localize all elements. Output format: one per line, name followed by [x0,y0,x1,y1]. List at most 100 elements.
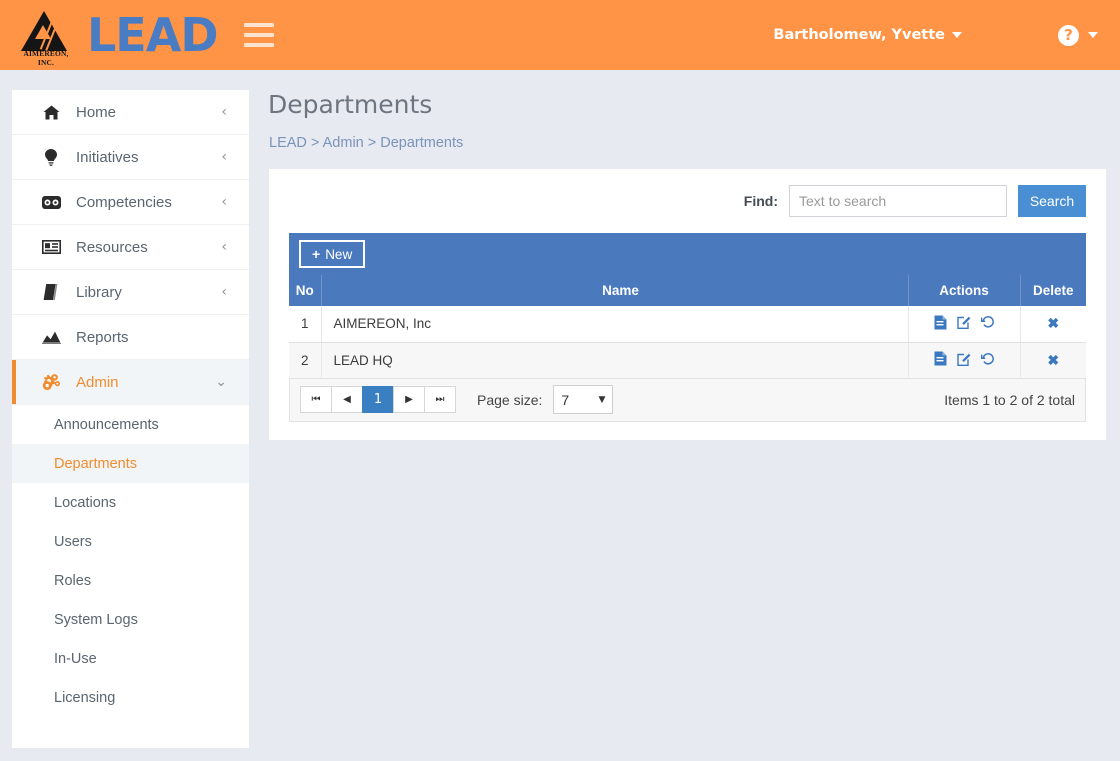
table-row: 2 LEAD HQ ✖ [289,342,1086,379]
gears-icon [40,373,62,391]
edit-icon[interactable] [956,352,971,366]
next-page-button[interactable]: ▶ [393,386,425,413]
sidebar-subitem-label: Users [54,533,92,550]
report-icon[interactable] [934,315,947,330]
breadcrumb-item-lead[interactable]: LEAD [269,135,307,151]
sidebar-item-roles[interactable]: Roles [12,561,249,600]
cell-delete: ✖ [1019,306,1086,343]
hamburger-icon[interactable] [243,23,274,47]
sidebar-item-departments[interactable]: Departments [12,444,249,483]
breadcrumb-item-departments[interactable]: Departments [380,135,463,151]
chevron-down-icon: ⌄ [215,374,227,390]
new-button[interactable]: + New [299,240,366,268]
header-right-group: Bartholomew, Yvette ? [773,24,1120,46]
sidebar-item-label: Initiatives [76,148,139,166]
lightbulb-icon [40,148,62,166]
sidebar-item-users[interactable]: Users [12,522,249,561]
pagination-bar: ⏮ ◀ 1 ▶ ⏭ Page size: 7 ▼ Items 1 to 2 of… [289,378,1086,422]
delete-icon[interactable]: ✖ [1047,315,1059,331]
id-card-icon [40,240,62,254]
sidebar-item-in-use[interactable]: In-Use [12,639,249,678]
cell-actions [907,306,1020,343]
sidebar-item-label: Resources [76,238,148,256]
sidebar-item-locations[interactable]: Locations [12,483,249,522]
chevron-left-icon: ‹ [221,239,227,255]
sidebar-item-initiatives[interactable]: Initiatives ‹ [12,135,249,180]
history-icon[interactable] [980,315,995,329]
sidebar-subitem-label: Locations [54,494,117,511]
cell-actions [907,342,1020,379]
column-header-actions: Actions [907,275,1020,306]
page-size-label: Page size: [477,391,543,408]
chart-area-icon [40,330,62,344]
sidebar: Home ‹ Initiatives ‹ Competencies ‹ Reso… [12,90,249,748]
dashboard-icon [40,195,62,210]
help-menu[interactable]: ? [1058,24,1098,46]
last-page-button[interactable]: ⏭ [424,386,456,413]
sidebar-item-resources[interactable]: Resources ‹ [12,225,249,270]
breadcrumb-separator: > [367,135,377,151]
chevron-left-icon: ‹ [221,194,227,210]
edit-icon[interactable] [956,315,971,330]
sidebar-item-label: Competencies [76,193,172,211]
sidebar-item-label: Library [76,283,122,301]
main-content: Departments LEAD > Admin > Departments F… [250,90,1120,440]
report-icon[interactable] [934,351,947,366]
sidebar-subitem-label: In-Use [54,650,97,667]
user-menu[interactable]: Bartholomew, Yvette [773,27,962,43]
content-card: Find: Search + New No Name Actions Delet… [269,169,1106,440]
cell-no: 1 [289,306,321,343]
previous-page-button[interactable]: ◀ [331,386,363,413]
grid-toolbar: + New [289,233,1086,275]
sidebar-item-library[interactable]: Library ‹ [12,270,249,315]
search-button[interactable]: Search [1018,185,1086,217]
column-header-delete: Delete [1019,275,1086,306]
chevron-down-icon [1088,32,1098,38]
chevron-left-icon: ‹ [221,284,227,300]
sidebar-subitem-label: Announcements [54,416,159,433]
brand-logo[interactable]: AIMEREON, INC. LEAD [15,9,219,67]
cell-name: AIMEREON, Inc [320,306,908,343]
chevron-down-icon: ▼ [598,394,606,405]
cell-no: 2 [289,342,321,379]
sidebar-subitem-label: Licensing [54,689,116,706]
history-icon[interactable] [980,352,995,366]
search-input[interactable] [789,185,1007,217]
breadcrumb-item-admin[interactable]: Admin [323,135,364,151]
sidebar-item-system-logs[interactable]: System Logs [12,600,249,639]
breadcrumb-separator: > [310,135,320,151]
page-number-button-1[interactable]: 1 [362,386,394,413]
sidebar-item-competencies[interactable]: Competencies ‹ [12,180,249,225]
chevron-left-icon: ‹ [221,149,227,165]
page-title: Departments [268,90,433,119]
find-label: Find: [743,193,778,209]
help-icon: ? [1058,24,1079,46]
page-size-select[interactable]: 7 ▼ [553,385,614,414]
departments-table: No Name Actions Delete 1 AIMEREON, Inc ✖… [289,275,1086,379]
column-header-no[interactable]: No [289,275,321,306]
cell-name: LEAD HQ [320,342,908,379]
column-header-name[interactable]: Name [320,275,908,306]
delete-icon[interactable]: ✖ [1047,352,1059,368]
aimereon-logo-icon: AIMEREON, INC. [15,9,77,67]
sidebar-item-reports[interactable]: Reports [12,315,249,360]
sidebar-item-announcements[interactable]: Announcements [12,405,249,444]
user-name-label: Bartholomew, Yvette [773,27,945,43]
first-page-button[interactable]: ⏮ [300,386,332,413]
sidebar-item-label: Admin [76,373,119,391]
table-header: No Name Actions Delete [289,275,1086,306]
breadcrumb: LEAD > Admin > Departments [269,135,1120,151]
chevron-left-icon: ‹ [221,104,227,120]
cell-delete: ✖ [1019,342,1086,379]
sidebar-item-admin[interactable]: Admin ⌄ [12,360,249,405]
find-row: Find: Search [289,185,1086,217]
home-icon [40,105,62,120]
items-summary: Items 1 to 2 of 2 total [944,391,1075,408]
page-size-value: 7 [561,391,570,408]
sidebar-item-licensing[interactable]: Licensing [12,678,249,717]
sidebar-item-home[interactable]: Home ‹ [12,90,249,135]
chevron-down-icon [952,32,962,38]
plus-icon: + [312,246,321,262]
table-row: 1 AIMEREON, Inc ✖ [289,306,1086,343]
sidebar-subitem-label: Departments [54,455,138,472]
